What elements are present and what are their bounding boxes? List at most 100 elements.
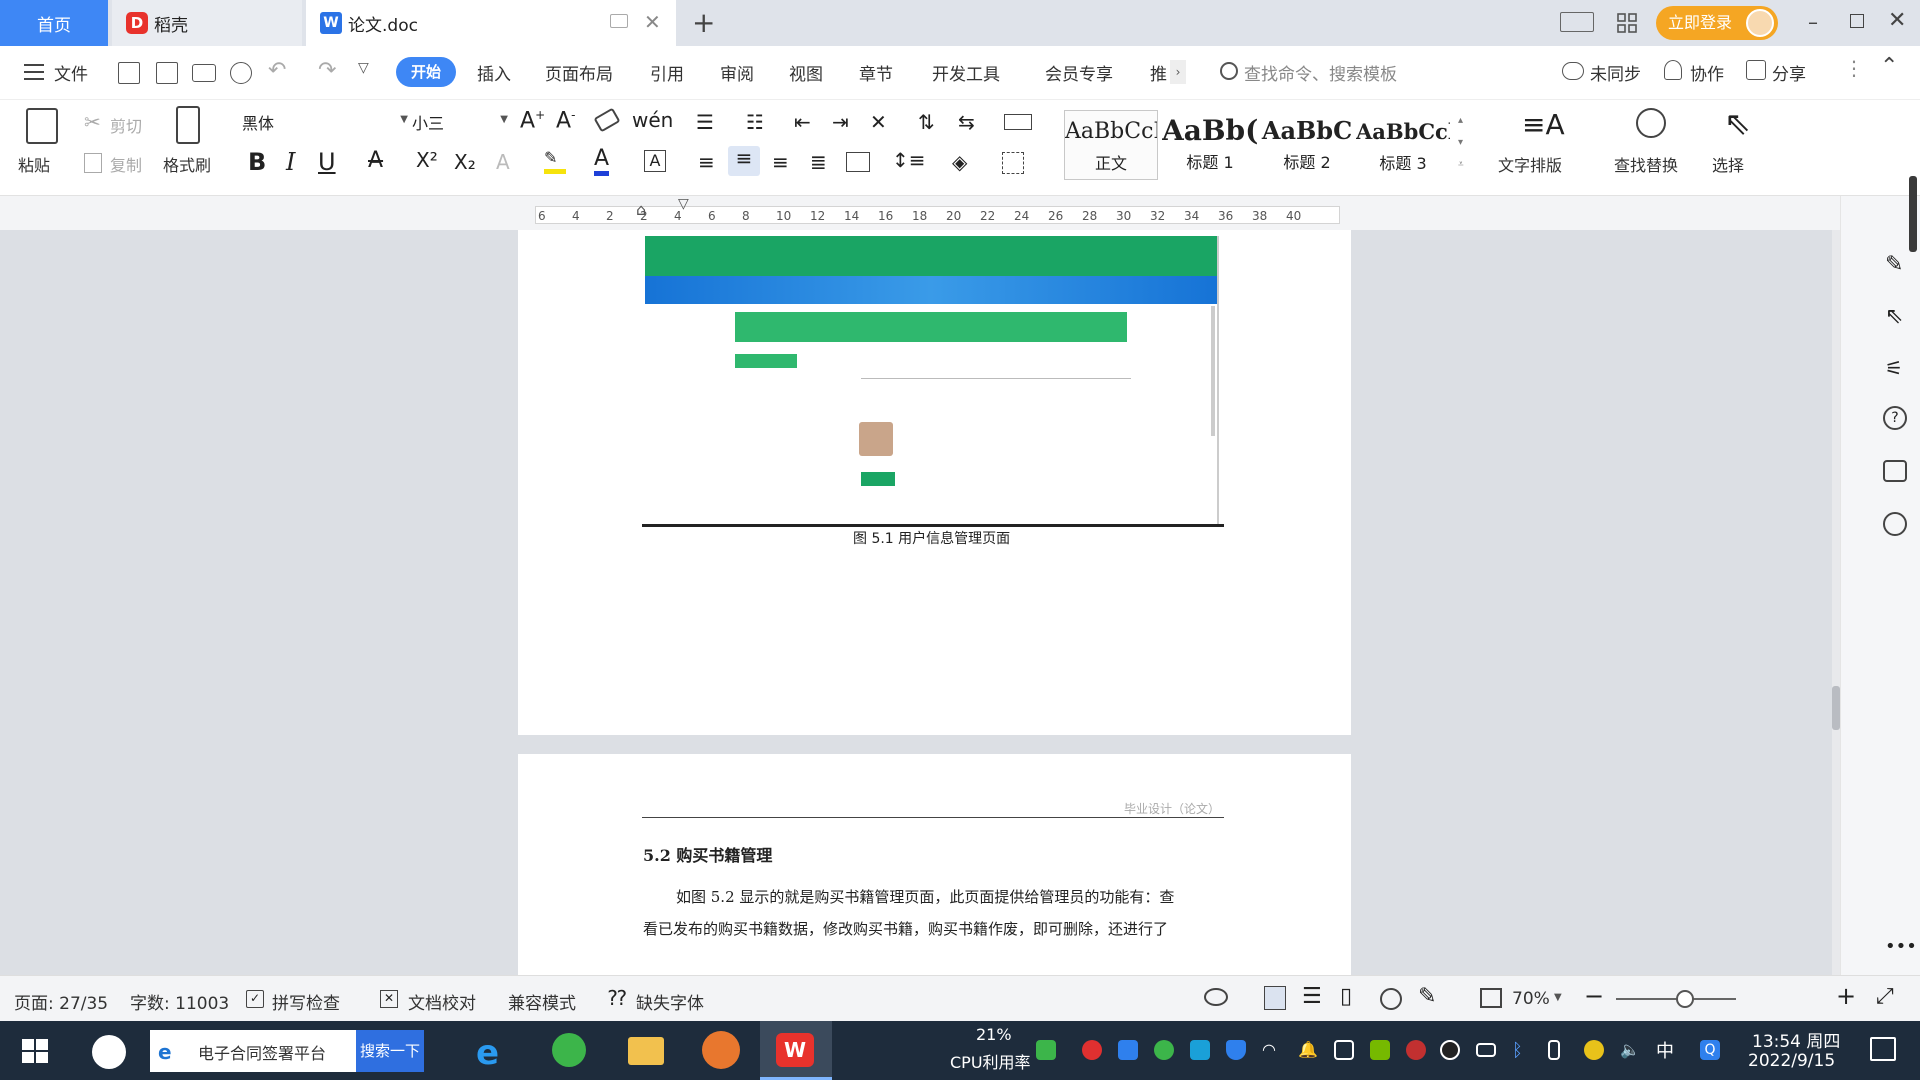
undo-icon[interactable]: ↶ xyxy=(268,58,286,83)
close-tab-icon[interactable]: ✕ xyxy=(644,10,661,34)
proofread-button[interactable]: 文档校对 xyxy=(408,989,476,1014)
paste-icon[interactable] xyxy=(26,108,58,144)
ie-browser-icon[interactable]: e xyxy=(476,1033,499,1073)
tray-yellow-icon[interactable] xyxy=(1584,1040,1604,1060)
text-direction-icon[interactable]: ⇆ xyxy=(958,110,975,134)
backup-icon[interactable] xyxy=(1883,460,1907,482)
word-count[interactable]: 字数: 11003 xyxy=(130,989,229,1014)
justify-icon[interactable]: ≣ xyxy=(810,150,827,174)
sync-button[interactable]: 未同步 xyxy=(1590,60,1641,85)
taskbar-search-box[interactable]: e 电子合同签署平台 xyxy=(150,1030,356,1072)
print-preview-icon[interactable] xyxy=(230,62,252,84)
tray-blue-icon[interactable] xyxy=(1118,1040,1138,1060)
help-icon[interactable]: ? xyxy=(1883,406,1907,430)
font-color-icon[interactable]: A xyxy=(594,146,610,176)
wifi-icon[interactable]: ◠ xyxy=(1262,1040,1282,1060)
usb-icon[interactable] xyxy=(1548,1040,1560,1060)
tray-q-icon[interactable]: Q xyxy=(1700,1040,1720,1060)
quick-access-dropdown-icon[interactable]: ▽ xyxy=(358,60,369,76)
horizontal-ruler[interactable]: 6 4 2 2 4 6 8 10 12 14 16 18 20 22 24 26 28 30 32 34 36 38 40 xyxy=(535,206,1340,224)
more-tools-icon[interactable]: ••• xyxy=(1885,936,1917,957)
select-cursor-icon[interactable]: ⇖ xyxy=(1724,104,1751,142)
font-size-select[interactable]: 小三 ▼ xyxy=(412,110,508,136)
save-icon[interactable] xyxy=(118,62,140,84)
zoom-in-button[interactable]: + xyxy=(1836,982,1856,1010)
green-browser-icon[interactable] xyxy=(552,1033,586,1067)
zoom-dropdown-icon[interactable]: ▼ xyxy=(1554,992,1562,1003)
bold-icon[interactable]: B xyxy=(248,148,266,176)
text-effect-icon[interactable]: A xyxy=(496,150,510,174)
decrease-indent-icon[interactable]: ⇤ xyxy=(794,110,811,134)
menu-chapter[interactable]: 章节 xyxy=(859,60,893,85)
monitor-icon[interactable] xyxy=(610,14,628,28)
layout-icon[interactable] xyxy=(1560,12,1594,32)
menu-review[interactable]: 审阅 xyxy=(720,60,754,85)
web-view-icon[interactable] xyxy=(1380,988,1402,1010)
document-area[interactable]: 图 5.1 用户信息管理页面 毕业设计（论文） 5.2 购买书籍管理 如图 5.… xyxy=(0,230,1857,975)
copy-icon[interactable] xyxy=(84,153,102,173)
vertical-scrollbar[interactable] xyxy=(1832,230,1840,975)
scrollbar-thumb[interactable] xyxy=(1832,686,1840,730)
borders-icon[interactable] xyxy=(1002,152,1024,174)
style-normal[interactable]: AaBbCcI 正文 xyxy=(1064,110,1158,180)
adjust-slider-icon[interactable]: ⚟ xyxy=(1885,356,1903,380)
page-indicator[interactable]: 页面: 27/35 xyxy=(14,989,108,1014)
zoom-out-button[interactable]: − xyxy=(1584,982,1604,1010)
chinese-layout-icon[interactable]: ✕ xyxy=(870,110,887,134)
text-layout-icon[interactable]: ≡A xyxy=(1522,108,1565,141)
font-name-select[interactable]: 黑体 ▼ xyxy=(238,110,408,136)
chevron-right-icon[interactable]: › xyxy=(1170,60,1186,84)
battery-icon[interactable] xyxy=(1476,1043,1496,1057)
file-explorer-icon[interactable] xyxy=(628,1037,664,1065)
write-mode-icon[interactable]: ✎ xyxy=(1418,984,1436,1009)
phonetic-guide-icon[interactable]: wén xyxy=(632,108,673,132)
text-layout-button[interactable]: 文字排版 xyxy=(1498,152,1562,176)
volume-icon[interactable]: 🔈 xyxy=(1620,1040,1640,1060)
format-painter-button[interactable]: 格式刷 xyxy=(163,152,211,176)
tray-red2-icon[interactable] xyxy=(1406,1040,1426,1060)
sort-icon[interactable]: ⇅ xyxy=(918,110,935,134)
menu-member[interactable]: 会员专享 xyxy=(1045,60,1113,85)
notification-icon[interactable] xyxy=(1870,1037,1896,1061)
tray-cyan-icon[interactable] xyxy=(1190,1040,1210,1060)
outline-view-icon[interactable]: ☰ xyxy=(1302,984,1322,1009)
find-replace-button[interactable]: 查找替换 xyxy=(1614,152,1678,176)
find-replace-icon[interactable] xyxy=(1636,108,1666,138)
menu-recommend[interactable]: 推 xyxy=(1150,60,1167,85)
close-window-button[interactable]: ✕ xyxy=(1888,8,1906,33)
windows-start-icon[interactable] xyxy=(22,1039,48,1063)
fullscreen-icon[interactable]: ⤢ xyxy=(1876,984,1894,1009)
minimize-button[interactable]: – xyxy=(1808,10,1818,34)
security-shield-icon[interactable] xyxy=(1226,1040,1246,1060)
underline-icon[interactable]: U xyxy=(318,148,336,176)
more-options-icon[interactable]: ⋮ xyxy=(1844,56,1864,80)
paste-button[interactable]: 粘贴 xyxy=(18,152,50,176)
first-line-indent-icon[interactable]: ▽ xyxy=(678,196,689,212)
menu-start[interactable]: 开始 xyxy=(396,57,456,87)
collaborate-button[interactable]: 协作 xyxy=(1690,60,1724,85)
format-painter-icon[interactable] xyxy=(176,106,200,144)
styles-scroll-icon[interactable]: ▴ ▾ ⩡ xyxy=(1458,110,1464,176)
copy-button[interactable]: 复制 xyxy=(110,152,142,176)
pinwheel-app-icon[interactable] xyxy=(92,1035,126,1069)
clock-time[interactable]: 13:54 周四 xyxy=(1752,1027,1840,1052)
cut-button[interactable]: 剪切 xyxy=(110,113,142,137)
grow-font-icon[interactable]: A+ xyxy=(520,108,545,133)
menu-insert[interactable]: 插入 xyxy=(477,60,511,85)
tab-home[interactable]: 首页 xyxy=(0,0,108,46)
distribute-icon[interactable] xyxy=(846,152,870,172)
align-left-icon[interactable]: ≡ xyxy=(698,150,715,174)
zoom-slider-thumb[interactable] xyxy=(1676,990,1694,1008)
style-heading-2[interactable]: AaBbC 标题 2 xyxy=(1260,110,1354,180)
collapse-ribbon-icon[interactable]: ⌃ xyxy=(1880,54,1898,79)
shrink-font-icon[interactable]: A- xyxy=(556,108,575,133)
tab-daoke[interactable]: D 稻壳 xyxy=(112,0,302,46)
menu-file[interactable]: 文件 xyxy=(54,60,88,85)
indent-marker-icon[interactable]: ⌂ xyxy=(636,200,646,219)
numbered-list-icon[interactable]: ☷ xyxy=(746,110,764,134)
tiger-app-icon[interactable] xyxy=(702,1031,740,1069)
menu-references[interactable]: 引用 xyxy=(650,60,684,85)
italic-icon[interactable]: I xyxy=(286,148,295,176)
bullet-list-icon[interactable]: ☰ xyxy=(696,110,714,134)
clock-date[interactable]: 2022/9/15 xyxy=(1748,1051,1835,1071)
